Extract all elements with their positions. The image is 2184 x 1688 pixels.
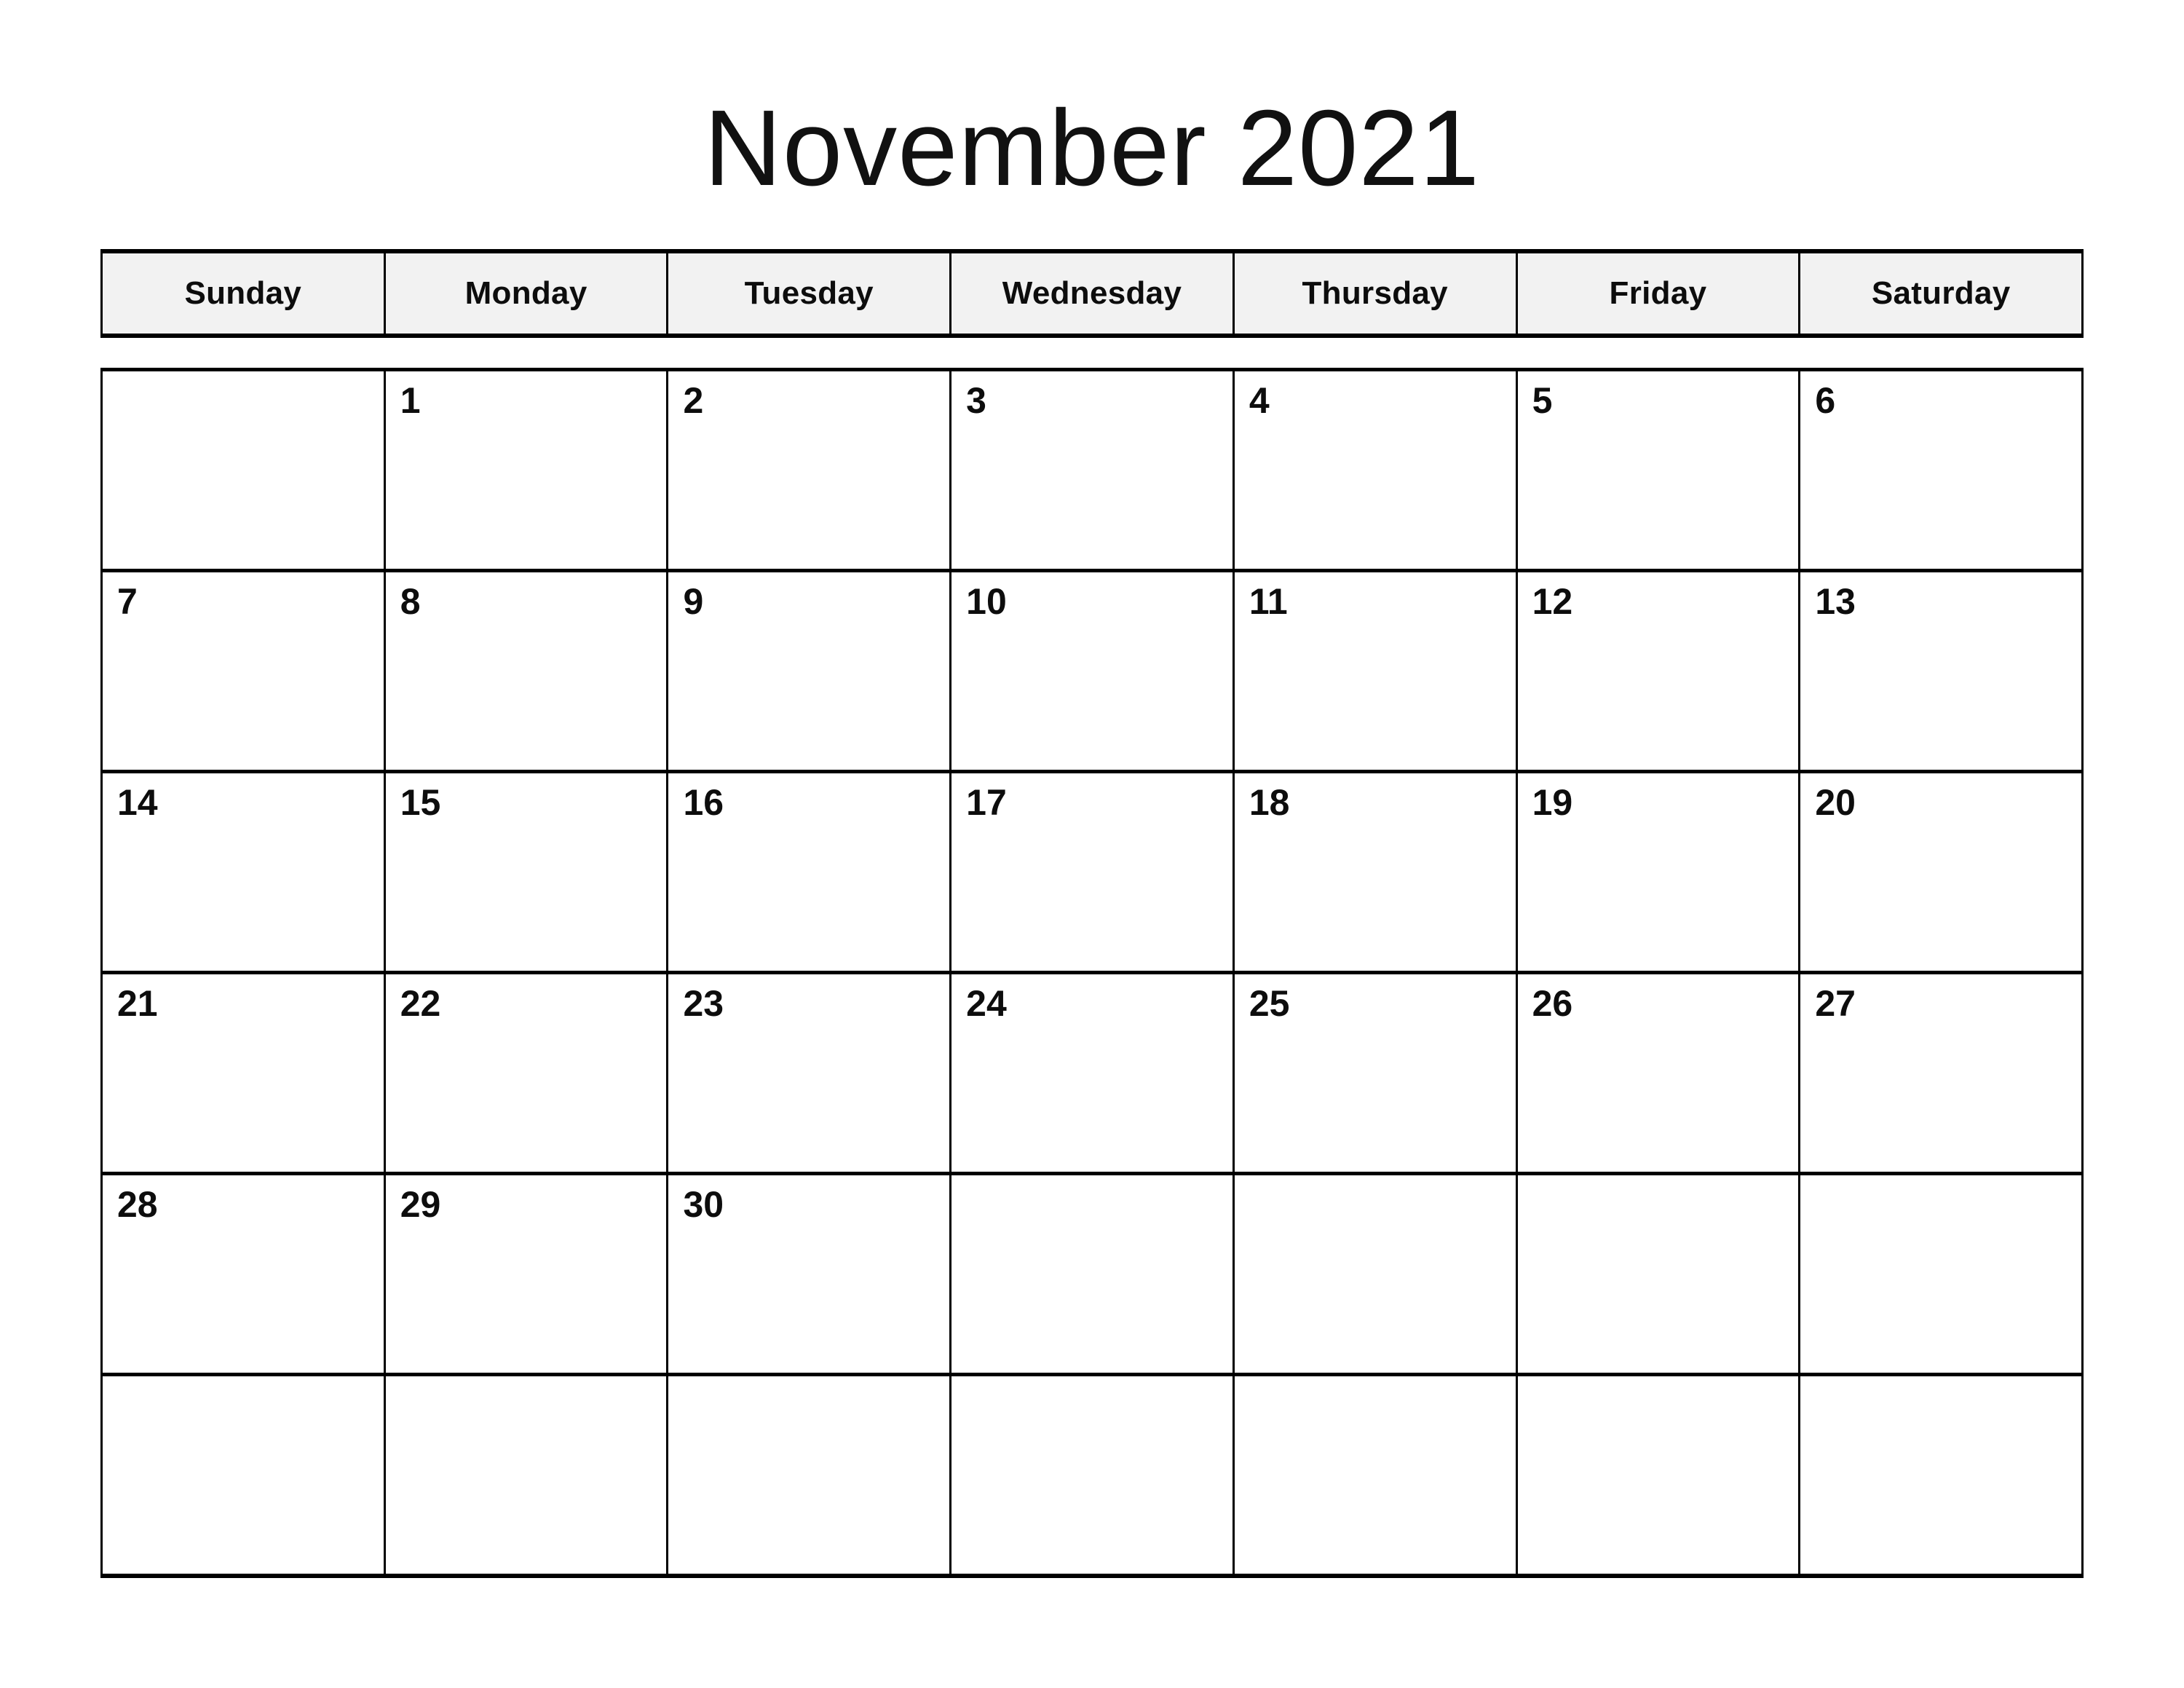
- calendar-day-cell[interactable]: [385, 1376, 669, 1574]
- calendar-day-grid: 1 2 3 4 5 6 7 8 9 10 11 12 13 14 15 16 1…: [100, 368, 2084, 1578]
- day-number: 24: [966, 983, 1007, 1024]
- calendar-week-row: 7 8 9 10 11 12 13: [103, 572, 2082, 773]
- day-number: 12: [1532, 581, 1573, 622]
- calendar-week-row: 21 22 23 24 25 26 27: [103, 974, 2082, 1175]
- day-number: 14: [117, 782, 158, 823]
- day-number: 16: [683, 782, 724, 823]
- calendar-day-cell[interactable]: 6: [1800, 371, 2082, 569]
- calendar-day-cell[interactable]: [1517, 1175, 1801, 1373]
- calendar-day-cell[interactable]: 24: [951, 974, 1235, 1172]
- calendar-week-row: 14 15 16 17 18 19 20: [103, 773, 2082, 974]
- weekday-header-label: Sunday: [184, 275, 302, 311]
- weekday-header-friday: Friday: [1515, 253, 1799, 334]
- calendar-day-cell[interactable]: [951, 1175, 1235, 1373]
- calendar-day-cell[interactable]: [1517, 1376, 1801, 1574]
- calendar-day-cell[interactable]: [103, 371, 386, 569]
- calendar-day-cell[interactable]: 29: [385, 1175, 669, 1373]
- calendar-week-row: [103, 1376, 2082, 1574]
- day-number: 6: [1815, 380, 1836, 421]
- calendar-day-cell[interactable]: 30: [668, 1175, 952, 1373]
- calendar-day-cell[interactable]: 22: [385, 974, 669, 1172]
- calendar-day-cell[interactable]: 4: [1234, 371, 1518, 569]
- day-number: 30: [683, 1184, 724, 1225]
- calendar-day-cell[interactable]: 18: [1234, 773, 1518, 971]
- calendar-page: November 2021 Sunday Monday Tuesday Wedn…: [0, 0, 2184, 1688]
- calendar-day-cell[interactable]: 21: [103, 974, 386, 1172]
- calendar-day-cell[interactable]: 27: [1800, 974, 2082, 1172]
- day-number: 18: [1249, 782, 1290, 823]
- calendar-day-cell[interactable]: 7: [103, 572, 386, 770]
- day-number: 19: [1532, 782, 1573, 823]
- day-number: 25: [1249, 983, 1290, 1024]
- day-number: 7: [117, 581, 138, 622]
- day-number: 8: [400, 581, 421, 622]
- day-number: 3: [966, 380, 986, 421]
- calendar-day-cell[interactable]: 11: [1234, 572, 1518, 770]
- day-number: 4: [1249, 380, 1270, 421]
- weekday-header-saturday: Saturday: [1798, 253, 2084, 334]
- calendar-day-cell[interactable]: [1800, 1175, 2082, 1373]
- day-number: 20: [1815, 782, 1856, 823]
- calendar-day-cell[interactable]: 26: [1517, 974, 1801, 1172]
- day-number: 5: [1532, 380, 1553, 421]
- day-number: 11: [1249, 581, 1288, 622]
- calendar-day-cell[interactable]: [1234, 1175, 1518, 1373]
- calendar-day-cell[interactable]: [668, 1376, 952, 1574]
- weekday-header-label: Thursday: [1302, 275, 1448, 311]
- calendar-day-cell[interactable]: 13: [1800, 572, 2082, 770]
- calendar-day-cell[interactable]: 28: [103, 1175, 386, 1373]
- calendar-day-cell[interactable]: 2: [668, 371, 952, 569]
- weekday-header-tuesday: Tuesday: [666, 253, 950, 334]
- day-number: 23: [683, 983, 724, 1024]
- calendar-week-row: 1 2 3 4 5 6: [103, 371, 2082, 572]
- day-number: 26: [1532, 983, 1573, 1024]
- calendar-day-cell[interactable]: 9: [668, 572, 952, 770]
- weekday-header-wednesday: Wednesday: [949, 253, 1233, 334]
- weekday-header-monday: Monday: [383, 253, 667, 334]
- calendar-day-cell[interactable]: 25: [1234, 974, 1518, 1172]
- calendar-day-cell[interactable]: 20: [1800, 773, 2082, 971]
- calendar-day-cell[interactable]: 19: [1517, 773, 1801, 971]
- day-number: 27: [1815, 983, 1856, 1024]
- calendar-day-cell[interactable]: 10: [951, 572, 1235, 770]
- calendar-day-cell[interactable]: 5: [1517, 371, 1801, 569]
- day-number: 10: [966, 581, 1007, 622]
- calendar-day-cell[interactable]: 3: [951, 371, 1235, 569]
- weekday-header-label: Friday: [1609, 275, 1707, 311]
- calendar-day-cell[interactable]: 8: [385, 572, 669, 770]
- weekday-header-label: Tuesday: [744, 275, 874, 311]
- day-number: 21: [117, 983, 158, 1024]
- weekday-header-row: Sunday Monday Tuesday Wednesday Thursday…: [100, 249, 2084, 338]
- day-number: 28: [117, 1184, 158, 1225]
- calendar-day-cell[interactable]: 14: [103, 773, 386, 971]
- calendar-day-cell[interactable]: 15: [385, 773, 669, 971]
- calendar-day-cell[interactable]: 23: [668, 974, 952, 1172]
- day-number: 9: [683, 581, 704, 622]
- day-number: 13: [1815, 581, 1856, 622]
- calendar-day-cell[interactable]: 17: [951, 773, 1235, 971]
- page-title: November 2021: [703, 88, 1481, 208]
- calendar-day-cell[interactable]: [1234, 1376, 1518, 1574]
- day-number: 2: [683, 380, 704, 421]
- weekday-header-sunday: Sunday: [100, 253, 384, 334]
- weekday-header-label: Monday: [464, 275, 587, 311]
- calendar-day-cell[interactable]: 1: [385, 371, 669, 569]
- calendar-day-cell[interactable]: 12: [1517, 572, 1801, 770]
- calendar-day-cell[interactable]: [1800, 1376, 2082, 1574]
- calendar-day-cell[interactable]: [951, 1376, 1235, 1574]
- weekday-header-label: Wednesday: [1002, 275, 1182, 311]
- day-number: 29: [400, 1184, 441, 1225]
- weekday-header-label: Saturday: [1871, 275, 2011, 311]
- calendar-day-cell[interactable]: 16: [668, 773, 952, 971]
- calendar-week-row: 28 29 30: [103, 1175, 2082, 1376]
- day-number: 17: [966, 782, 1007, 823]
- calendar-day-cell[interactable]: [103, 1376, 386, 1574]
- day-number: 1: [400, 380, 421, 421]
- day-number: 22: [400, 983, 441, 1024]
- weekday-header-thursday: Thursday: [1232, 253, 1516, 334]
- day-number: 15: [400, 782, 441, 823]
